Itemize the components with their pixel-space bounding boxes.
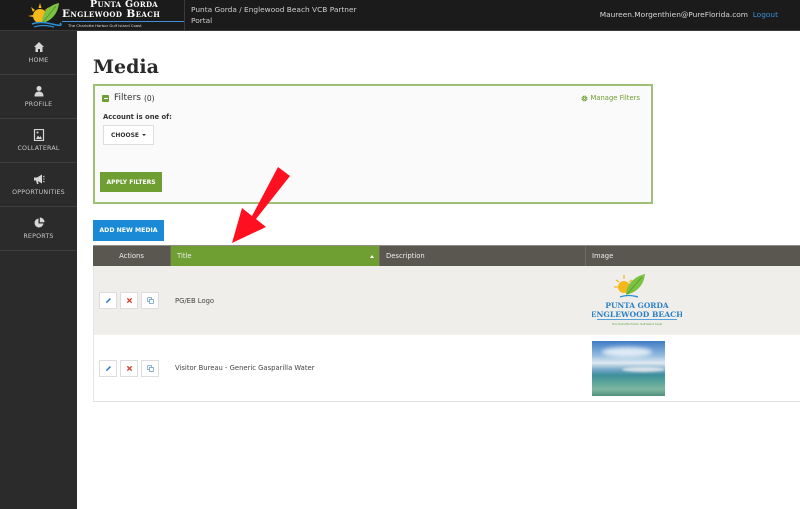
pencil-icon	[105, 365, 111, 371]
top-bar: Punta Gorda Englewood Beach The Charlott…	[0, 0, 800, 31]
logo-underline	[62, 21, 184, 22]
user-email: Maureen.Morgenthien@PureFlorida.com	[599, 10, 748, 19]
row-actions	[94, 335, 171, 401]
sidebar-item-opportunities[interactable]: OPPORTUNITIES	[0, 163, 77, 207]
beach-water-photo-thumbnail[interactable]	[592, 340, 665, 396]
svg-text:The Charlotte Harbor Gulf Isla: The Charlotte Harbor Gulf Island Coast	[612, 322, 662, 326]
header-divider	[184, 0, 185, 31]
sidebar-item-label: REPORTS	[23, 233, 54, 240]
row-description	[380, 335, 586, 401]
close-icon	[126, 297, 132, 304]
document-image-icon	[33, 129, 44, 141]
logo-text-line2: Englewood Beach	[62, 8, 161, 20]
row-image: PUNTA GORDA ENGLEWOOD BEACH The Charlott…	[586, 266, 800, 335]
close-icon	[126, 365, 132, 371]
apply-filters-button[interactable]: APPLY FILTERS	[100, 172, 162, 192]
megaphone-icon	[33, 174, 45, 184]
sidebar: HOME PROFILE COLLATERAL OPPORTUNITIES RE…	[0, 31, 77, 509]
copy-button[interactable]	[141, 359, 159, 377]
home-icon	[33, 42, 44, 52]
user-icon	[34, 86, 43, 97]
table-header: Actions Title Description Image	[93, 245, 800, 266]
column-header-image[interactable]: Image	[586, 246, 800, 266]
row-image	[586, 335, 800, 401]
media-table: Actions Title Description Image PG/EB Lo…	[93, 245, 800, 402]
column-header-actions: Actions	[93, 246, 171, 266]
svg-text:PUNTA GORDA: PUNTA GORDA	[605, 301, 668, 310]
sidebar-item-label: HOME	[28, 57, 49, 64]
edit-button[interactable]	[99, 292, 117, 309]
caret-down-icon	[142, 134, 147, 136]
row-title: PG/EB Logo	[175, 296, 215, 305]
add-new-media-button[interactable]: ADD NEW MEDIA	[93, 220, 164, 241]
sun-leaf-logo-icon	[28, 3, 62, 28]
gear-icon	[581, 95, 588, 101]
edit-button[interactable]	[99, 359, 117, 377]
sidebar-item-collateral[interactable]: COLLATERAL	[0, 119, 77, 163]
table-row: Visitor Bureau - Generic Gasparilla Wate…	[93, 335, 800, 402]
logo-tagline: The Charlotte Harbor Gulf Island Coast	[68, 23, 142, 28]
pg-eb-logo-thumbnail[interactable]: PUNTA GORDA ENGLEWOOD BEACH The Charlott…	[592, 271, 682, 331]
delete-button[interactable]	[120, 292, 138, 309]
main-content: Media Filters (0) Manage Filters Account…	[77, 31, 800, 509]
column-header-description[interactable]: Description	[380, 246, 586, 266]
account-filter-label: Account is one of:	[103, 113, 172, 121]
filters-toggle[interactable]: Filters (0)	[102, 93, 155, 103]
table-row: PG/EB Logo PUNTA GORDA ENGLEWOOD BEACH T…	[93, 266, 800, 335]
account-choose-dropdown[interactable]: CHOOSE	[103, 125, 154, 145]
sidebar-item-home[interactable]: HOME	[0, 31, 77, 75]
manage-filters-link[interactable]: Manage Filters	[581, 94, 640, 102]
sidebar-item-label: COLLATERAL	[17, 145, 60, 152]
sidebar-item-profile[interactable]: PROFILE	[0, 75, 77, 119]
column-header-title-label: Title	[177, 252, 192, 260]
annotation-arrow-icon	[232, 167, 290, 243]
sidebar-item-label: OPPORTUNITIES	[12, 189, 65, 196]
choose-label: CHOOSE	[110, 131, 140, 139]
pencil-icon	[105, 298, 111, 304]
svg-text:ENGLEWOOD BEACH: ENGLEWOOD BEACH	[592, 310, 682, 319]
copy-button[interactable]	[141, 292, 159, 309]
row-title: Visitor Bureau - Generic Gasparilla Wate…	[175, 364, 315, 372]
pie-chart-icon	[34, 217, 45, 228]
row-actions	[94, 266, 171, 335]
brand-logo[interactable]: Punta Gorda Englewood Beach The Charlott…	[26, 0, 186, 31]
logout-link[interactable]: Logout	[753, 10, 778, 19]
sidebar-item-reports[interactable]: REPORTS	[0, 207, 77, 251]
sidebar-item-label: PROFILE	[24, 101, 53, 108]
filters-panel: Filters (0) Manage Filters Account is on…	[93, 84, 653, 204]
portal-title: Punta Gorda / Englewood Beach VCB Partne…	[191, 5, 357, 25]
row-description	[380, 266, 586, 335]
copy-icon	[146, 364, 154, 372]
page-title: Media	[93, 56, 159, 78]
delete-button[interactable]	[120, 359, 138, 377]
filters-count: (0)	[143, 93, 155, 103]
sort-ascending-icon	[370, 254, 374, 258]
copy-icon	[146, 297, 154, 304]
manage-filters-label: Manage Filters	[590, 94, 640, 102]
column-header-title[interactable]: Title	[171, 246, 380, 266]
collapse-minus-icon[interactable]	[102, 94, 109, 102]
filters-label: Filters	[114, 93, 141, 103]
